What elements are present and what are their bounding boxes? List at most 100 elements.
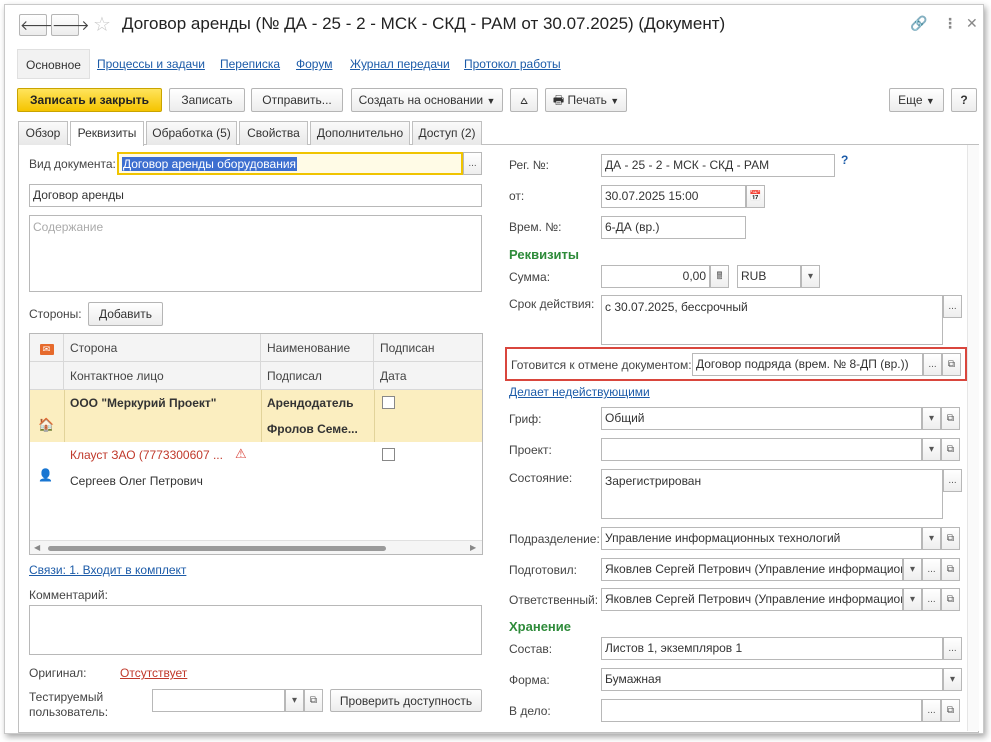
horizontal-scrollbar[interactable]: ◀ ▶ bbox=[30, 540, 482, 554]
test-user-field[interactable] bbox=[152, 689, 285, 712]
calendar-button[interactable]: 📅 bbox=[746, 185, 765, 208]
grif-field[interactable]: Общий bbox=[601, 407, 922, 430]
tab-additional[interactable]: Дополнительно bbox=[310, 121, 410, 145]
responsible-dropdown[interactable]: ▾ bbox=[903, 588, 922, 611]
reg-no-field[interactable]: ДА - 25 - 2 - МСК - СКД - РАМ bbox=[601, 154, 835, 177]
back-button[interactable]: 🡐 bbox=[19, 14, 58, 36]
file-open-button[interactable]: ⧉ bbox=[941, 699, 960, 722]
help-mark[interactable]: ? bbox=[841, 153, 848, 167]
cancel-select-button[interactable]: ... bbox=[923, 353, 942, 376]
section-processes[interactable]: Процессы и задачи bbox=[97, 49, 205, 79]
file-label: В дело: bbox=[509, 704, 551, 718]
calculator-icon: 🖩 bbox=[716, 271, 723, 282]
title-field[interactable]: Договор аренды bbox=[29, 184, 482, 207]
save-button[interactable]: Записать bbox=[169, 88, 245, 112]
state-field[interactable]: Зарегистрирован bbox=[601, 469, 943, 519]
add-party-button[interactable]: Добавить bbox=[88, 302, 163, 326]
close-icon[interactable]: ✕ bbox=[966, 15, 978, 32]
section-transfer-log[interactable]: Журнал передачи bbox=[350, 49, 450, 79]
save-close-button[interactable]: Записать и закрыть bbox=[17, 88, 162, 112]
tab-requisites[interactable]: Реквизиты bbox=[70, 121, 144, 146]
project-field[interactable] bbox=[601, 438, 922, 461]
currency-dropdown[interactable]: ▾ bbox=[801, 265, 820, 288]
more-button[interactable]: Еще ▼ bbox=[889, 88, 944, 112]
vertical-scrollbar[interactable] bbox=[967, 145, 979, 731]
scroll-right-icon[interactable]: ▶ bbox=[470, 543, 476, 552]
validity-field[interactable]: с 30.07.2025, бессрочный bbox=[601, 295, 943, 345]
grid-header-date[interactable]: Дата bbox=[374, 362, 482, 390]
grid-header-contact[interactable]: Контактное лицо bbox=[64, 362, 261, 390]
date-label: от: bbox=[509, 189, 525, 203]
doc-type-select-button[interactable]: ... bbox=[463, 152, 482, 175]
parties-grid[interactable]: ✉ Сторона Наименование Подписан Контактн… bbox=[29, 333, 483, 555]
prepared-open-button[interactable]: ⧉ bbox=[941, 558, 960, 581]
prepared-dropdown[interactable]: ▾ bbox=[903, 558, 922, 581]
grid-header-party[interactable]: Сторона bbox=[64, 334, 261, 362]
validity-select-button[interactable]: ... bbox=[943, 295, 962, 318]
form-dropdown[interactable]: ▾ bbox=[943, 668, 962, 691]
grid-header-signer[interactable]: Подписал bbox=[261, 362, 374, 390]
share-button[interactable]: ⩟ bbox=[510, 88, 538, 112]
grid-header-signed[interactable]: Подписан bbox=[374, 334, 482, 362]
scrollbar-thumb[interactable] bbox=[48, 546, 386, 551]
tab-access[interactable]: Доступ (2) bbox=[412, 121, 482, 145]
prepared-select-button[interactable]: ... bbox=[922, 558, 941, 581]
tab-processing[interactable]: Обработка (5) bbox=[146, 121, 237, 145]
cancel-open-button[interactable]: ⧉ bbox=[942, 353, 961, 376]
send-button[interactable]: Отправить... bbox=[251, 88, 343, 112]
grid-header-name[interactable]: Наименование bbox=[261, 334, 374, 362]
link-icon[interactable]: 🔗 bbox=[910, 15, 927, 32]
help-button[interactable]: ? bbox=[951, 88, 977, 112]
project-label: Проект: bbox=[509, 443, 552, 457]
department-field[interactable]: Управление информационных технологий bbox=[601, 527, 922, 550]
responsible-field[interactable]: Яковлев Сергей Петрович (Управление инфо… bbox=[601, 588, 903, 611]
tab-overview[interactable]: Обзор bbox=[18, 121, 68, 145]
section-correspondence[interactable]: Переписка bbox=[220, 49, 280, 79]
file-field[interactable] bbox=[601, 699, 922, 722]
grif-open-button[interactable]: ⧉ bbox=[941, 407, 960, 430]
sum-field[interactable]: 0,00 bbox=[601, 265, 710, 288]
original-value-link[interactable]: Отсутствует bbox=[120, 666, 187, 680]
signed-checkbox[interactable] bbox=[382, 396, 395, 409]
department-open-button[interactable]: ⧉ bbox=[941, 527, 960, 550]
more-vertical-icon[interactable]: ⋮ bbox=[943, 15, 957, 32]
create-based-button[interactable]: Создать на основании ▼ bbox=[351, 88, 503, 112]
section-main[interactable]: Основное bbox=[17, 49, 90, 79]
responsible-open-button[interactable]: ⧉ bbox=[941, 588, 960, 611]
print-button[interactable]: 🖶 Печать ▼ bbox=[545, 88, 627, 112]
project-dropdown[interactable]: ▾ bbox=[922, 438, 941, 461]
file-select-button[interactable]: ... bbox=[922, 699, 941, 722]
composition-field[interactable]: Листов 1, экземпляров 1 bbox=[601, 637, 943, 660]
check-access-button[interactable]: Проверить доступность bbox=[330, 689, 482, 712]
cancel-document-field[interactable]: Договор подряда (врем. № 8-ДП (вр.)) bbox=[692, 353, 923, 376]
forward-button[interactable]: 🡒 bbox=[51, 14, 90, 36]
signed-checkbox[interactable] bbox=[382, 448, 395, 461]
department-dropdown[interactable]: ▾ bbox=[922, 527, 941, 550]
responsible-select-button[interactable]: ... bbox=[922, 588, 941, 611]
date-field[interactable]: 30.07.2025 15:00 bbox=[601, 185, 746, 208]
state-select-button[interactable]: ... bbox=[943, 469, 962, 492]
doc-type-field[interactable]: Договор аренды оборудования bbox=[117, 152, 463, 175]
validity-label: Срок действия: bbox=[509, 297, 595, 311]
content-field[interactable]: Содержание bbox=[29, 215, 482, 292]
form-field[interactable]: Бумажная bbox=[601, 668, 943, 691]
tab-properties[interactable]: Свойства bbox=[239, 121, 308, 145]
section-work-log[interactable]: Протокол работы bbox=[464, 49, 561, 79]
invalidates-link[interactable]: Делает недействующими bbox=[509, 385, 650, 399]
test-user-dropdown[interactable]: ▾ bbox=[285, 689, 304, 712]
comment-field[interactable] bbox=[29, 605, 482, 655]
currency-field[interactable]: RUB bbox=[737, 265, 801, 288]
signer-name: Фролов Семе... bbox=[267, 422, 358, 436]
section-forum[interactable]: Форум bbox=[296, 49, 332, 79]
links-link[interactable]: Связи: 1. Входит в комплект bbox=[29, 563, 186, 577]
grif-dropdown[interactable]: ▾ bbox=[922, 407, 941, 430]
prepared-field[interactable]: Яковлев Сергей Петрович (Управление инфо… bbox=[601, 558, 903, 581]
grid-icon-column[interactable]: ✉ bbox=[30, 334, 64, 362]
project-open-button[interactable]: ⧉ bbox=[941, 438, 960, 461]
test-user-open-button[interactable]: ⧉ bbox=[304, 689, 323, 712]
calculator-button[interactable]: 🖩 bbox=[710, 265, 729, 288]
star-icon[interactable]: ☆ bbox=[93, 12, 111, 37]
scroll-left-icon[interactable]: ◀ bbox=[34, 543, 40, 552]
temp-no-field[interactable]: 6-ДА (вр.) bbox=[601, 216, 746, 239]
composition-select-button[interactable]: ... bbox=[943, 637, 962, 660]
